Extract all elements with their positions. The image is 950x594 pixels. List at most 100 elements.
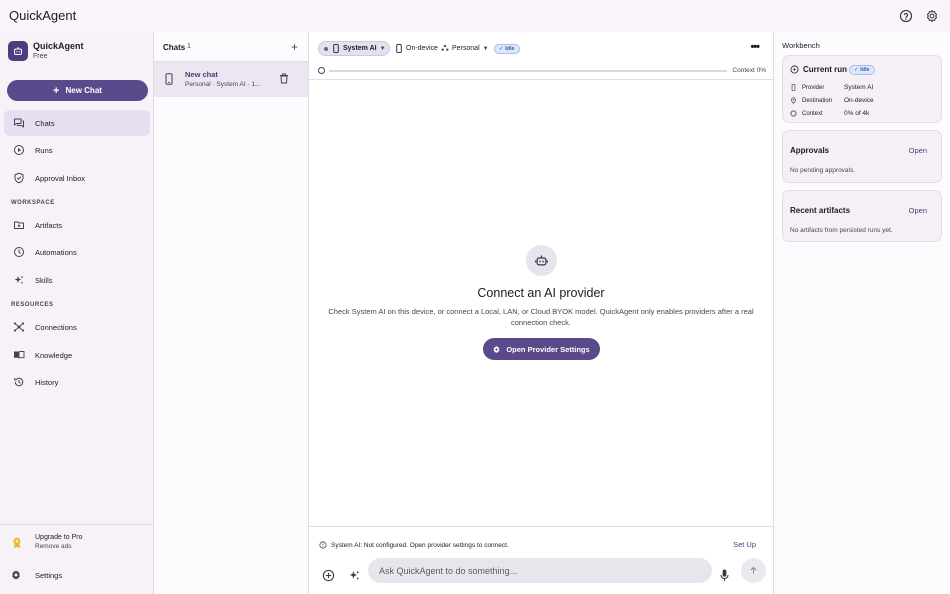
device-icon <box>395 44 403 53</box>
phone-icon <box>165 73 173 85</box>
composer-area: System AI: Not configured. Open provider… <box>309 526 773 594</box>
gear-icon <box>492 345 501 354</box>
status-dot <box>324 46 328 51</box>
send-button[interactable] <box>741 558 766 583</box>
more-options-icon[interactable]: ••• <box>750 41 760 53</box>
workbench-title: Workbench <box>782 41 820 50</box>
context-ring-icon <box>318 67 325 74</box>
play-circle-icon <box>790 65 799 74</box>
info-icon <box>319 541 327 549</box>
chat-name: New chat <box>185 70 218 79</box>
chat-count: 1 <box>187 43 191 50</box>
sidebar-item-label: Artifacts <box>35 220 63 230</box>
run-row-provider: Provider System AI <box>790 84 873 91</box>
chat-list-title: Chats <box>163 43 186 52</box>
context-ring-icon <box>790 110 797 117</box>
arrow-up-icon <box>749 566 758 575</box>
sidebar-item-approval-inbox[interactable]: Approval Inbox <box>4 165 150 191</box>
message-input[interactable] <box>368 558 712 583</box>
workbench-panel: Workbench Current run ✓ Idle Provider Sy… <box>774 32 950 594</box>
destination-indicator[interactable]: On-device <box>395 44 438 53</box>
main-panel: System AI ▼ On-device Personal ▼ ✓ Idle … <box>309 32 774 594</box>
approvals-body: No pending approvals. <box>790 167 856 174</box>
run-row-value: 0% of 4k <box>844 110 870 117</box>
folder-icon <box>13 219 25 231</box>
provider-status-line: System AI: Not configured. Open provider… <box>319 541 509 549</box>
approvals-open-link[interactable]: Open <box>909 146 927 155</box>
sidebar-item-label: Connections <box>35 322 77 332</box>
app-bar: QuickAgent <box>0 0 950 32</box>
list-item[interactable]: New chat Personal · System AI · 1... <box>154 62 308 97</box>
upgrade-to-pro[interactable]: Upgrade to Pro Remove ads <box>10 534 82 550</box>
history-icon <box>13 376 25 388</box>
run-row-key: Destination <box>802 97 833 104</box>
sidebar-item-settings[interactable]: Settings <box>10 569 62 581</box>
brand: QuickAgent Free <box>8 41 84 61</box>
sidebar-item-artifacts[interactable]: Artifacts <box>4 212 150 238</box>
current-run-card: Current run ✓ Idle Provider System AI De… <box>782 55 942 123</box>
gear-icon <box>10 569 22 581</box>
approvals-card: Approvals Open No pending approvals. <box>782 130 942 183</box>
section-label-workspace: WORKSPACE <box>11 200 55 206</box>
microphone-icon[interactable] <box>720 569 729 582</box>
new-chat-label: New Chat <box>65 86 102 95</box>
sidebar-item-skills[interactable]: Skills <box>4 267 150 293</box>
chat-list-header: Chats 1 + <box>154 32 308 62</box>
phone-icon <box>333 44 339 53</box>
sidebar-item-label: Knowledge <box>35 350 73 360</box>
help-icon[interactable] <box>899 9 913 23</box>
caret-down-icon: ▼ <box>379 45 386 52</box>
sidebar-item-automations[interactable]: Automations <box>4 239 150 265</box>
app-title: QuickAgent <box>9 8 77 23</box>
sidebar-item-label: Chats <box>35 118 55 128</box>
settings-gear-icon[interactable] <box>925 9 939 23</box>
add-attachment-icon[interactable] <box>322 569 335 582</box>
book-icon <box>13 349 25 361</box>
chat-list-panel: Chats 1 + New chat Personal · System AI … <box>154 32 309 594</box>
status-badge: ✓ Idle <box>849 65 875 75</box>
sidebar-item-knowledge[interactable]: Knowledge <box>4 342 150 368</box>
empty-state-body: Check System AI on this device, or conne… <box>328 307 754 327</box>
provider-selector[interactable]: System AI ▼ <box>318 41 390 56</box>
robot-logo-icon <box>8 41 28 61</box>
chat-meta: Personal · System AI · 1... <box>185 81 261 88</box>
sidebar: QuickAgent Free + New Chat Chats Runs Ap… <box>0 32 154 594</box>
current-run-header: Current run <box>790 65 847 74</box>
sparkle-icon <box>13 274 25 286</box>
run-row-value: System AI <box>844 84 874 91</box>
new-chat-button[interactable]: + New Chat <box>7 80 148 101</box>
sidebar-item-label: History <box>35 377 59 387</box>
sidebar-item-label: Runs <box>35 145 53 155</box>
chat-icon <box>13 117 25 129</box>
provider-status-message: System AI: Not configured. Open provider… <box>331 541 509 549</box>
empty-state-title: Connect an AI provider <box>477 286 605 300</box>
sparkle-icon[interactable] <box>348 569 361 582</box>
run-row-key: Context <box>802 110 823 117</box>
plus-icon: + <box>53 84 60 97</box>
recent-artifacts-open-link[interactable]: Open <box>909 206 927 215</box>
play-circle-icon <box>13 144 25 156</box>
section-label-resources: RESOURCES <box>11 302 54 308</box>
approvals-title: Approvals <box>790 146 830 155</box>
sidebar-item-runs[interactable]: Runs <box>4 137 150 163</box>
open-provider-settings-button[interactable]: Open Provider Settings <box>482 338 600 360</box>
phone-icon <box>790 84 797 91</box>
recent-artifacts-title: Recent artifacts <box>790 206 851 215</box>
set-up-link[interactable]: Set Up <box>733 540 756 549</box>
profile-selector[interactable]: Personal ▼ <box>441 44 489 53</box>
sidebar-item-chats[interactable]: Chats <box>4 110 150 136</box>
sidebar-item-label: Approval Inbox <box>35 173 86 183</box>
status-badge: ✓ Idle <box>494 44 520 54</box>
delete-icon[interactable] <box>279 73 289 84</box>
brand-name: QuickAgent <box>33 41 84 51</box>
sidebar-item-history[interactable]: History <box>4 369 150 395</box>
sidebar-item-connections[interactable]: Connections <box>4 314 150 340</box>
plan-label: Free <box>33 53 48 60</box>
award-icon <box>10 536 24 550</box>
status-label: Idle <box>860 67 870 73</box>
add-chat-icon[interactable]: + <box>291 41 298 53</box>
sidebar-item-label: Automations <box>35 247 77 257</box>
caret-down-icon: ▼ <box>482 45 489 52</box>
status-label: Idle <box>505 46 515 52</box>
context-progress-bar <box>329 70 727 72</box>
